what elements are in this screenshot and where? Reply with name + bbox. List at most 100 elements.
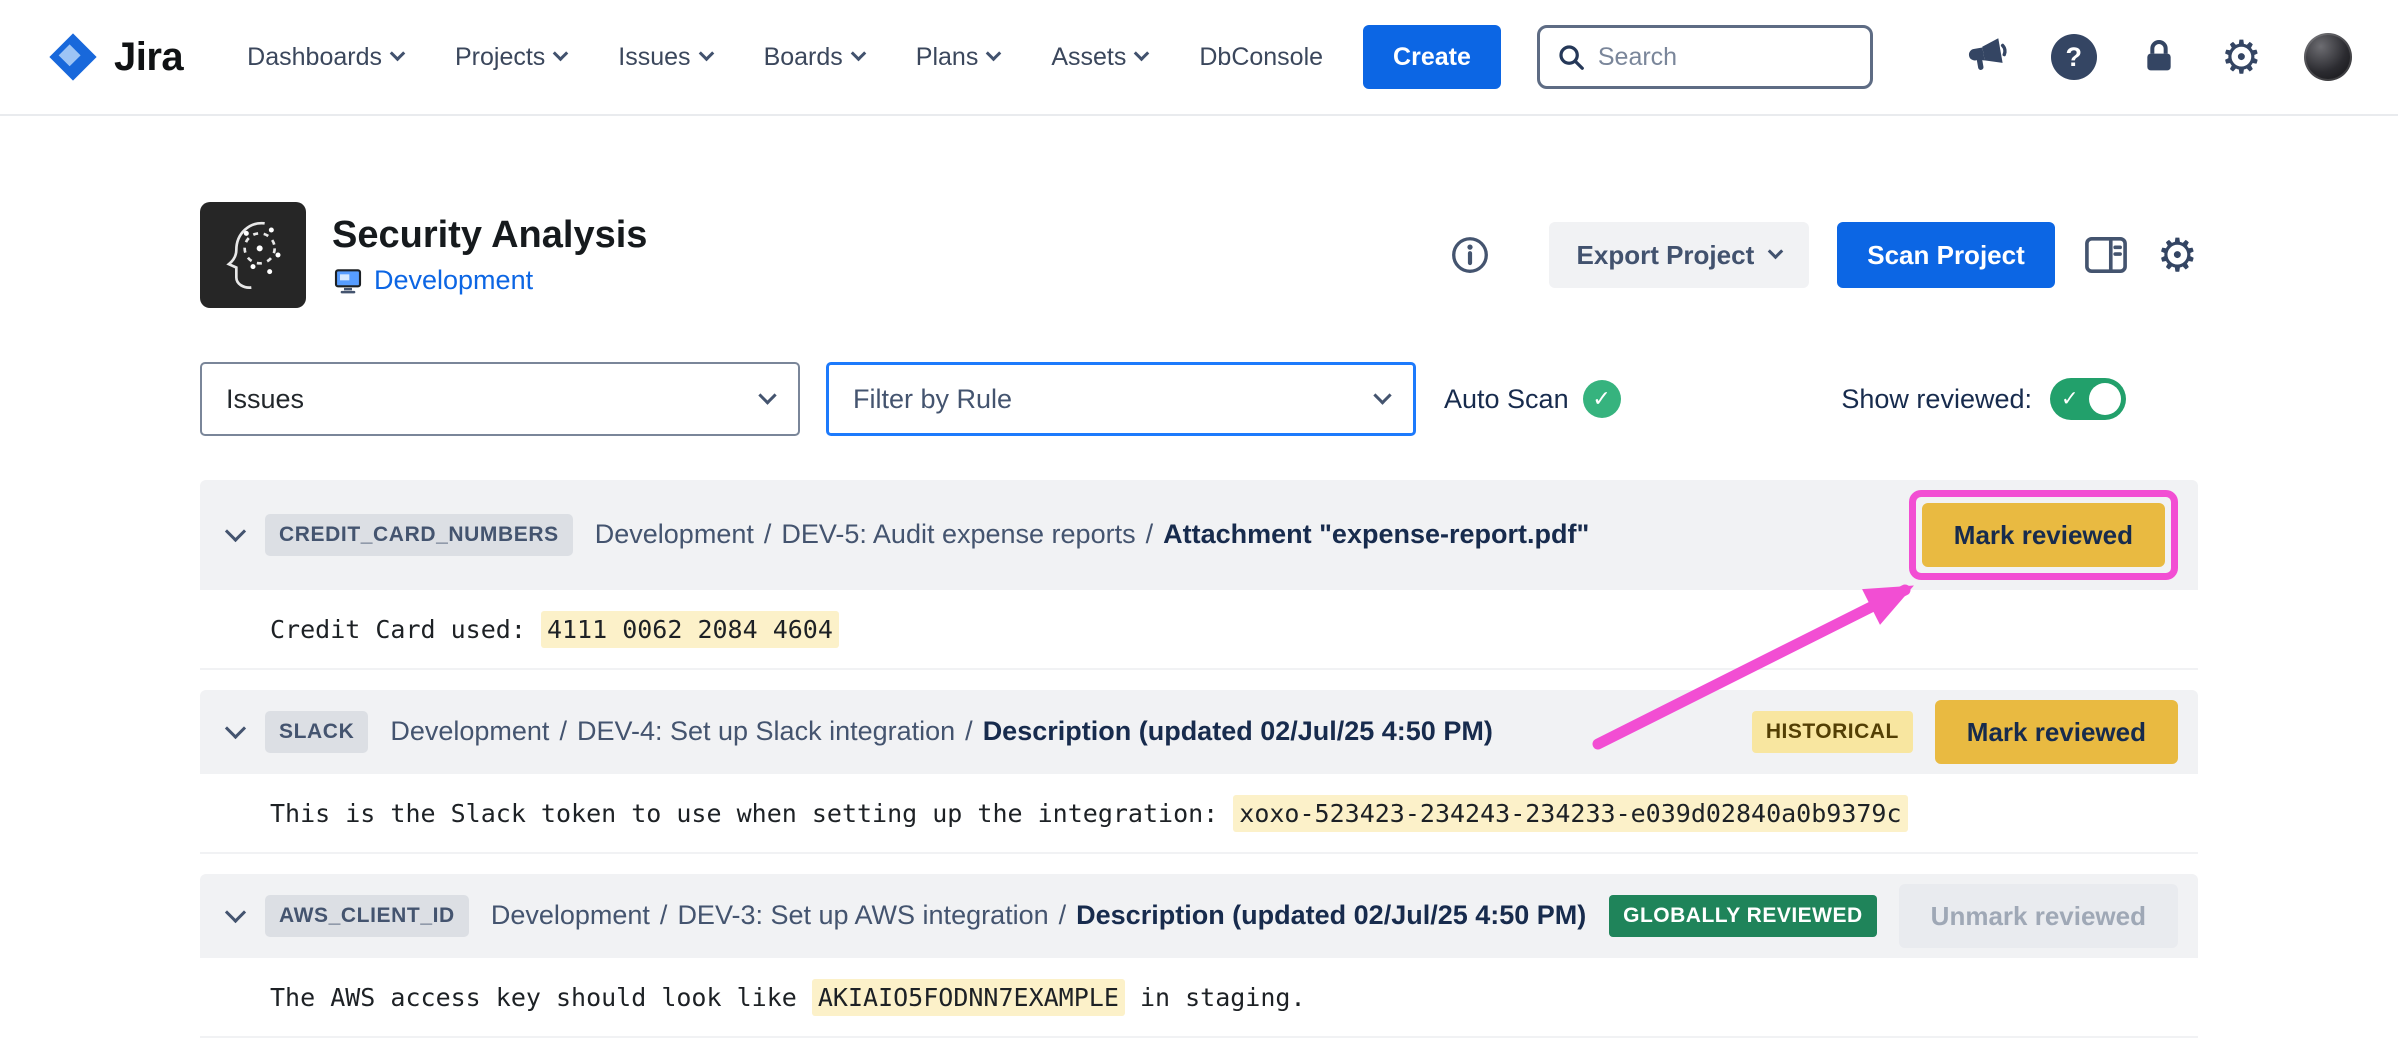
rule-badge: AWS_CLIENT_ID <box>265 895 469 937</box>
nav-issues-label: Issues <box>618 43 690 72</box>
project-link-label: Development <box>374 265 533 296</box>
content-text: Credit Card used: <box>270 615 541 644</box>
breadcrumb-issue[interactable]: DEV-3: Set up AWS integration <box>677 900 1048 930</box>
finding-header: AWS_CLIENT_ID Development / DEV-3: Set up … <box>200 874 2198 958</box>
announcement-icon[interactable] <box>1963 34 2009 80</box>
finding-breadcrumb: Development / DEV-3: Set up AWS integratio… <box>491 896 1587 935</box>
search-input[interactable] <box>1598 43 1854 72</box>
search-box <box>1537 25 1873 89</box>
breadcrumb-separator: / <box>764 519 772 549</box>
content-text: in staging. <box>1125 983 1306 1012</box>
finding-breadcrumb: Development / DEV-5: Audit expense reports… <box>595 515 1887 554</box>
breadcrumb-separator: / <box>559 716 567 746</box>
breadcrumb-project[interactable]: Development <box>595 519 754 549</box>
issue-type-select-value: Issues <box>226 384 304 415</box>
issue-type-select[interactable]: Issues <box>200 362 800 436</box>
breadcrumb-separator: / <box>660 900 668 930</box>
breadcrumb-project[interactable]: Development <box>390 716 549 746</box>
breadcrumb-separator: / <box>1146 519 1154 549</box>
detected-secret: xoxo-523423-234243-234233-e039d02840a0b9… <box>1233 795 1907 832</box>
project-mini-icon <box>332 265 364 297</box>
settings-gear-icon[interactable]: ⚙ <box>2221 34 2262 80</box>
project-header: Security Analysis Development <box>200 202 2198 308</box>
check-glyph: ✓ <box>1592 387 1610 412</box>
nav-dbconsole-label: DbConsole <box>1199 43 1323 72</box>
filter-by-rule-value: Filter by Rule <box>853 384 1012 415</box>
findings-list: CREDIT_CARD_NUMBERS Development / DEV-5: A… <box>200 480 2198 1038</box>
project-breadcrumb-link[interactable]: Development <box>332 265 647 297</box>
finding-breadcrumb: Development / DEV-4: Set up Slack integrat… <box>390 712 1729 751</box>
page-title: Security Analysis <box>332 214 647 257</box>
nav-dbconsole[interactable]: DbConsole <box>1199 43 1323 72</box>
nav-plans[interactable]: Plans <box>916 43 1000 72</box>
breadcrumb-separator: / <box>1059 900 1067 930</box>
primary-nav: Dashboards Projects Issues Boards Plans … <box>247 43 1323 72</box>
mark-reviewed-button[interactable]: Mark reviewed <box>1922 503 2165 567</box>
unmark-reviewed-button[interactable]: Unmark reviewed <box>1899 884 2178 948</box>
detected-secret: AKIAIO5FODNN7EXAMPLE <box>812 979 1125 1016</box>
nav-boards-label: Boards <box>764 43 843 72</box>
help-icon[interactable]: ? <box>2051 34 2097 80</box>
jira-logo[interactable]: Jira <box>46 30 183 84</box>
chevron-down-icon <box>1373 386 1391 404</box>
breadcrumb-location: Attachment "expense-report.pdf" <box>1163 519 1589 549</box>
nav-boards[interactable]: Boards <box>764 43 864 72</box>
nav-plans-label: Plans <box>916 43 979 72</box>
nav-dashboards-label: Dashboards <box>247 43 382 72</box>
auto-scan-label: Auto Scan <box>1444 384 1569 415</box>
show-reviewed-control: Show reviewed: ✓ <box>1841 378 2126 420</box>
user-avatar[interactable] <box>2304 33 2352 81</box>
mark-reviewed-button[interactable]: Mark reviewed <box>1935 700 2178 764</box>
show-reviewed-toggle[interactable]: ✓ <box>2050 378 2126 420</box>
info-icon[interactable] <box>1449 234 1491 276</box>
breadcrumb-issue[interactable]: DEV-5: Audit expense reports <box>781 519 1135 549</box>
export-project-button[interactable]: Export Project <box>1549 222 1810 288</box>
collapse-chevron-icon[interactable] <box>225 520 246 541</box>
finding-header: SLACK Development / DEV-4: Set up Slack in… <box>200 690 2198 774</box>
chevron-down-icon <box>1768 244 1784 260</box>
toggle-check-glyph: ✓ <box>2061 387 2079 411</box>
chevron-down-icon <box>390 46 406 62</box>
lock-icon[interactable] <box>2139 35 2179 79</box>
chevron-down-icon <box>698 46 714 62</box>
breadcrumb-location: Description (updated 02/Jul/25 4:50 PM) <box>983 716 1493 746</box>
project-titles: Security Analysis Development <box>332 214 647 297</box>
auto-scan-status: Auto Scan ✓ <box>1444 380 1621 418</box>
show-reviewed-label: Show reviewed: <box>1841 384 2032 415</box>
auto-scan-check-icon: ✓ <box>1583 380 1621 418</box>
nav-assets[interactable]: Assets <box>1051 43 1147 72</box>
detail-view-icon[interactable] <box>2083 234 2129 276</box>
finding-header: CREDIT_CARD_NUMBERS Development / DEV-5: A… <box>200 480 2198 590</box>
nav-issues[interactable]: Issues <box>618 43 711 72</box>
rule-badge: SLACK <box>265 711 368 753</box>
logo-text: Jira <box>114 35 183 80</box>
annotation-highlight-box: Mark reviewed <box>1909 490 2178 580</box>
breadcrumb-project[interactable]: Development <box>491 900 650 930</box>
header-icons: ? ⚙ <box>1963 33 2352 81</box>
nav-projects[interactable]: Projects <box>455 43 566 72</box>
breadcrumb-issue[interactable]: DEV-4: Set up Slack integration <box>577 716 955 746</box>
create-button[interactable]: Create <box>1363 25 1501 89</box>
project-settings-gear-icon[interactable]: ⚙ <box>2157 232 2198 278</box>
rule-badge: CREDIT_CARD_NUMBERS <box>265 514 573 556</box>
finding-content: The AWS access key should look like AKIA… <box>200 958 2198 1038</box>
content-text: The AWS access key should look like <box>270 983 812 1012</box>
export-project-label: Export Project <box>1577 240 1755 271</box>
finding-row-credit-card: CREDIT_CARD_NUMBERS Development / DEV-5: A… <box>200 480 2198 670</box>
collapse-chevron-icon[interactable] <box>225 717 246 738</box>
nav-projects-label: Projects <box>455 43 545 72</box>
collapse-chevron-icon[interactable] <box>225 901 246 922</box>
nav-assets-label: Assets <box>1051 43 1126 72</box>
filter-row: Issues Filter by Rule Auto Scan ✓ Show r… <box>200 362 2198 436</box>
chevron-down-icon <box>553 46 569 62</box>
finding-content: Credit Card used: 4111 0062 2084 4604 <box>200 590 2198 670</box>
detected-secret: 4111 0062 2084 4604 <box>541 611 839 648</box>
finding-row-aws: AWS_CLIENT_ID Development / DEV-3: Set up … <box>200 874 2198 1038</box>
chevron-down-icon <box>758 386 776 404</box>
nav-dashboards[interactable]: Dashboards <box>247 43 403 72</box>
project-avatar <box>200 202 306 308</box>
scan-project-button[interactable]: Scan Project <box>1837 222 2055 288</box>
filter-by-rule-select[interactable]: Filter by Rule <box>826 362 1416 436</box>
jira-app: Jira Dashboards Projects Issues Boards P… <box>0 0 2398 1040</box>
globally-reviewed-badge: GLOBALLY REVIEWED <box>1609 895 1877 937</box>
